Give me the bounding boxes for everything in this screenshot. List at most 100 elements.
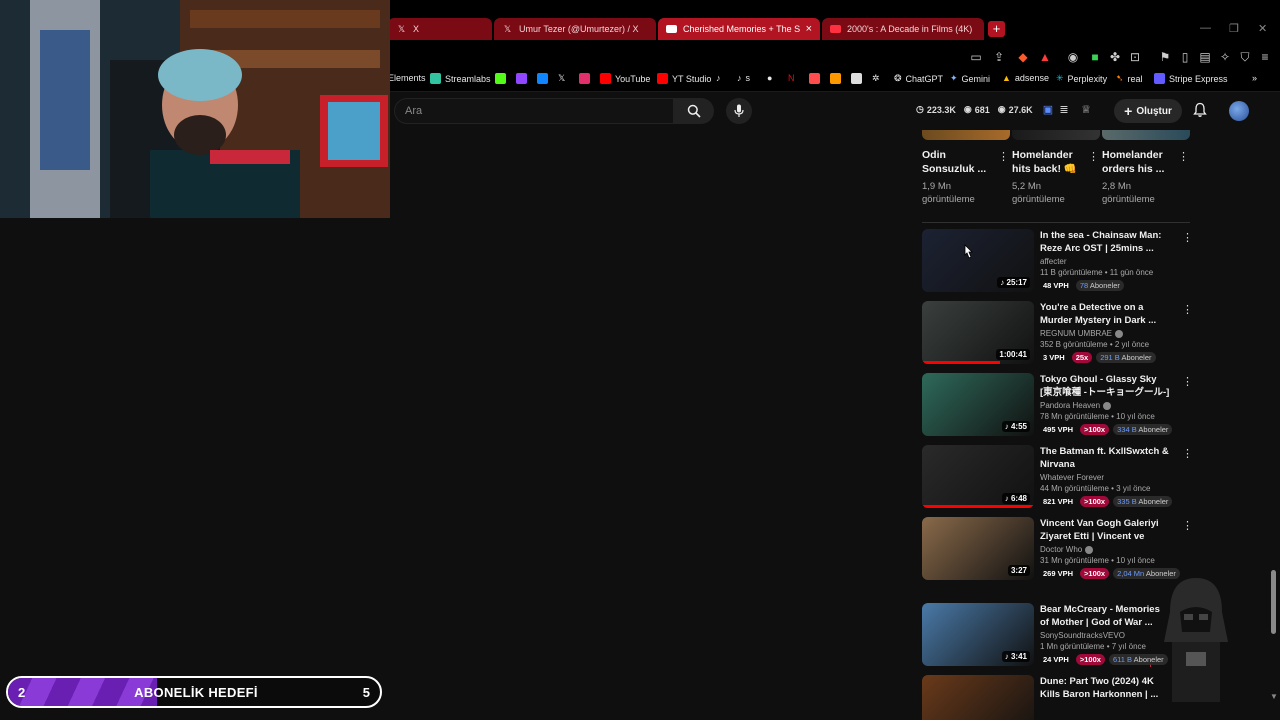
new-tab-button[interactable]: + xyxy=(988,21,1005,37)
cast-icon[interactable]: ▭ xyxy=(969,50,983,64)
bookmark-github[interactable]: ● xyxy=(767,73,772,83)
darth-vader-figure-overlay xyxy=(1150,578,1228,702)
bookmark-ext[interactable] xyxy=(809,73,824,84)
video-card[interactable]: ♪ 6:48 The Batman ft. KxllSwxtch & Nirvan… xyxy=(922,445,1193,511)
video-thumbnail[interactable]: 1:00:41 xyxy=(922,301,1034,364)
extensions-puzzle-icon[interactable]: ✤ xyxy=(1108,50,1122,64)
create-button[interactable]: + Oluştur xyxy=(1114,99,1182,123)
bookmark-elements[interactable]: Elements xyxy=(388,73,426,83)
bookmark-tiktok[interactable]: ♪ xyxy=(716,73,721,83)
bookmark-real[interactable]: ➷ real xyxy=(1116,73,1143,84)
search-button[interactable] xyxy=(674,98,714,124)
bookmarks-overflow-chevron-icon[interactable]: » xyxy=(1252,73,1257,83)
bookmark-ext2[interactable]: ✲ xyxy=(872,73,880,84)
vpn-icon[interactable]: ⛉ xyxy=(1238,50,1252,64)
bookmark-twitch[interactable] xyxy=(516,73,531,84)
video-thumbnail[interactable] xyxy=(922,675,1034,720)
share-icon[interactable]: ⇪ xyxy=(992,50,1006,64)
video-channel[interactable]: affecter xyxy=(1040,257,1170,266)
short-title[interactable]: Homelander hits back! 👊 xyxy=(1012,148,1084,176)
video-title[interactable]: The Batman ft. KxllSwxtch & Nirvana xyxy=(1040,445,1170,471)
maximize-icon[interactable]: ❐ xyxy=(1229,22,1239,35)
bookmark-perplexity[interactable]: ✳ Perplexity xyxy=(1056,73,1107,84)
tab-label: Cherished Memories + The Song xyxy=(683,24,800,34)
bookmark-tiktok-s[interactable]: ♪ s xyxy=(737,73,750,83)
tab-umur-tezer[interactable]: 𝕏 Umur Tezer (@Umurtezer) / X xyxy=(494,18,656,40)
bookmark-streamlabs[interactable]: Streamlabs xyxy=(430,73,491,84)
more-options-icon[interactable]: ⋮ xyxy=(1182,231,1193,244)
sidebar-icon[interactable]: ▯ xyxy=(1178,50,1192,64)
more-options-icon[interactable]: ⋮ xyxy=(1182,375,1193,388)
bookmark-amazon[interactable] xyxy=(830,73,845,84)
bookmark-yt-studio[interactable]: YT Studio xyxy=(657,73,711,84)
brave-shield-icon[interactable]: ◆ xyxy=(1016,50,1030,64)
short-thumbnail[interactable] xyxy=(1102,130,1190,140)
wallet-icon[interactable]: ▤ xyxy=(1198,50,1212,64)
bookmark-kick[interactable] xyxy=(495,73,510,84)
trophy-icon[interactable]: ♕ xyxy=(1079,103,1093,117)
bookmark-icon[interactable]: ⚑ xyxy=(1158,50,1172,64)
voice-search-button[interactable] xyxy=(726,98,752,124)
leo-ai-icon[interactable]: ✧ xyxy=(1218,50,1232,64)
video-thumbnail[interactable]: ♪ 4:55 xyxy=(922,373,1034,436)
scroll-down-arrow-icon[interactable]: ▼ xyxy=(1270,692,1278,701)
menu-icon[interactable]: ≡ xyxy=(1258,50,1272,64)
bookmark-bluesky[interactable] xyxy=(537,73,552,84)
bookmark-chatgpt[interactable]: ❂ ChatGPT xyxy=(894,73,943,84)
minimize-icon[interactable]: — xyxy=(1200,22,1211,34)
extension-icon[interactable]: ■ xyxy=(1088,50,1102,64)
x-logo-icon: 𝕏 xyxy=(397,23,406,34)
bookmark-notion[interactable] xyxy=(851,73,866,84)
filter-icon[interactable]: ≣ xyxy=(1057,103,1071,117)
bookmark-youtube[interactable]: YouTube xyxy=(600,73,650,84)
scrollbar-thumb[interactable] xyxy=(1271,570,1276,634)
video-title[interactable]: In the sea - Chainsaw Man: Reze Arc OST … xyxy=(1040,229,1170,255)
video-thumbnail[interactable]: ♪ 6:48 xyxy=(922,445,1034,508)
more-options-icon[interactable]: ⋮ xyxy=(1182,303,1193,316)
video-thumbnail[interactable]: 3:27 xyxy=(922,517,1034,580)
more-options-icon[interactable]: ⋮ xyxy=(998,150,1009,163)
video-channel[interactable]: REGNUM UMBRAE xyxy=(1040,329,1170,338)
video-channel[interactable]: Pandora Heaven xyxy=(1040,401,1170,410)
bookmark-gemini[interactable]: ✦ Gemini xyxy=(950,73,990,84)
tab-cherished-memories[interactable]: Cherished Memories + The Song × xyxy=(658,18,820,40)
video-title[interactable]: You're a Detective on a Murder Mystery i… xyxy=(1040,301,1170,327)
bookmark-stripe-express[interactable]: Stripe Express xyxy=(1154,73,1228,84)
short-thumbnail[interactable] xyxy=(1012,130,1100,140)
video-card[interactable]: 1:00:41 You're a Detective on a Murder My… xyxy=(922,301,1193,367)
video-thumbnail[interactable]: ♪ 25:17 xyxy=(922,229,1034,292)
notifications-bell-icon[interactable] xyxy=(1192,102,1208,118)
brave-rewards-icon[interactable]: ▲ xyxy=(1038,50,1052,64)
short-card[interactable]: Homelander orders his ... 2,8 Mn görüntü… xyxy=(1102,130,1190,206)
short-card[interactable]: Odin Sonsuzluk ... 1,9 Mn görüntüleme ⋮ xyxy=(922,130,1010,206)
close-icon[interactable]: × xyxy=(800,23,812,35)
bookmark-netflix[interactable]: N xyxy=(788,73,795,83)
tab-x[interactable]: 𝕏 X xyxy=(388,18,492,40)
extension-icon[interactable]: ◉ xyxy=(1066,50,1080,64)
short-title[interactable]: Odin Sonsuzluk ... xyxy=(922,148,994,176)
video-title[interactable]: Tokyo Ghoul - Glassy Sky [東京喰種 -トーキョーグール… xyxy=(1040,373,1170,399)
more-options-icon[interactable]: ⋮ xyxy=(1182,447,1193,460)
video-card[interactable]: ♪ 4:55 Tokyo Ghoul - Glassy Sky [東京喰種 -トー… xyxy=(922,373,1193,439)
video-channel[interactable]: Doctor Who xyxy=(1040,545,1170,554)
more-options-icon[interactable]: ⋮ xyxy=(1088,150,1099,163)
screenshot-icon[interactable]: ⊡ xyxy=(1128,50,1142,64)
more-options-icon[interactable]: ⋮ xyxy=(1182,519,1193,532)
extension-icon[interactable]: ▣ xyxy=(1041,103,1055,117)
search-input[interactable]: Ara xyxy=(394,98,674,124)
window-close-icon[interactable]: ✕ xyxy=(1258,22,1267,35)
avatar[interactable] xyxy=(1229,101,1249,121)
tab-label: Umur Tezer (@Umurtezer) / X xyxy=(519,24,639,34)
video-channel[interactable]: Whatever Forever xyxy=(1040,473,1170,482)
video-title[interactable]: Vincent Van Gogh Galeriyi Ziyaret Etti |… xyxy=(1040,517,1170,543)
tab-2000s-films[interactable]: 2000's : A Decade in Films (4K) - You xyxy=(822,18,984,40)
bookmark-instagram[interactable] xyxy=(579,73,594,84)
more-options-icon[interactable]: ⋮ xyxy=(1178,150,1189,163)
short-thumbnail[interactable] xyxy=(922,130,1010,140)
short-title[interactable]: Homelander orders his ... xyxy=(1102,148,1174,176)
bookmark-x[interactable]: 𝕏 xyxy=(558,73,565,84)
bookmark-adsense[interactable]: ▲ adsense xyxy=(1002,73,1049,83)
short-card[interactable]: Homelander hits back! 👊 5,2 Mn görüntüle… xyxy=(1012,130,1100,206)
video-card[interactable]: ♪ 25:17 In the sea - Chainsaw Man: Reze A… xyxy=(922,229,1193,295)
video-thumbnail[interactable]: ♪ 3:41 xyxy=(922,603,1034,666)
